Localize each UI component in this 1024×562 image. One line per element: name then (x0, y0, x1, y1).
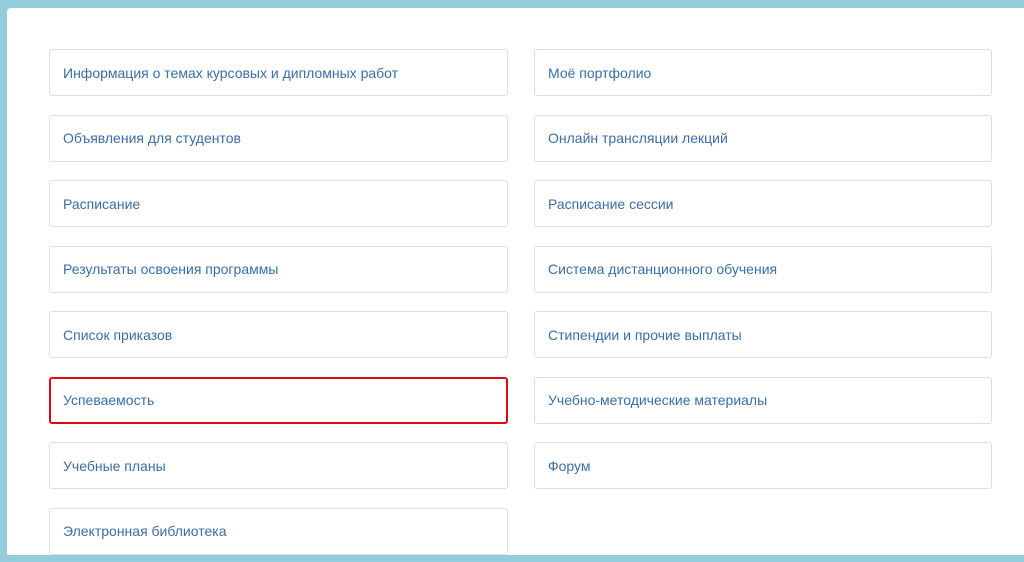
link-scholarships[interactable]: Стипендии и прочие выплаты (534, 311, 992, 358)
link-label: Форум (548, 457, 591, 474)
link-label: Результаты освоения программы (63, 261, 279, 277)
link-label: Моё портфолио (548, 64, 652, 81)
link-label: Онлайн трансляции лекций (548, 130, 728, 146)
link-label: Учебные планы (63, 457, 166, 474)
link-online-lectures[interactable]: Онлайн трансляции лекций (534, 114, 992, 162)
link-label: Информация о темах курсовых и дипломных … (63, 64, 399, 81)
link-exam-schedule[interactable]: Расписание сессии (534, 180, 992, 227)
link-label: Система дистанционного обучения (548, 261, 778, 277)
link-label: Объявления для студентов (63, 130, 241, 146)
link-forum[interactable]: Форум (534, 442, 992, 489)
link-distance-learning[interactable]: Система дистанционного обучения (534, 245, 992, 293)
link-teaching-materials[interactable]: Учебно-методические материалы (534, 376, 992, 424)
link-curricula[interactable]: Учебные планы (49, 442, 508, 489)
content-panel: Информация о темах курсовых и дипломных … (7, 8, 1024, 555)
link-label: Учебно-методические материалы (548, 392, 768, 408)
link-coursework-topics[interactable]: Информация о темах курсовых и дипломных … (49, 49, 508, 96)
link-label: Список приказов (63, 326, 173, 343)
page-frame: Информация о темах курсовых и дипломных … (0, 0, 1024, 562)
link-student-announcements[interactable]: Объявления для студентов (49, 114, 508, 162)
link-label: Электронная библиотека (63, 523, 227, 539)
link-label: Стипендии и прочие выплаты (548, 326, 742, 343)
link-orders-list[interactable]: Список приказов (49, 311, 508, 358)
link-schedule[interactable]: Расписание (49, 180, 508, 227)
link-electronic-library[interactable]: Электронная библиотека (49, 507, 508, 555)
link-label: Успеваемость (63, 392, 155, 408)
link-label: Расписание сессии (548, 195, 674, 212)
link-academic-performance[interactable]: Успеваемость (49, 376, 508, 424)
link-program-results[interactable]: Результаты освоения программы (49, 245, 508, 293)
link-label: Расписание (63, 195, 141, 212)
link-my-portfolio[interactable]: Моё портфолио (534, 49, 992, 96)
